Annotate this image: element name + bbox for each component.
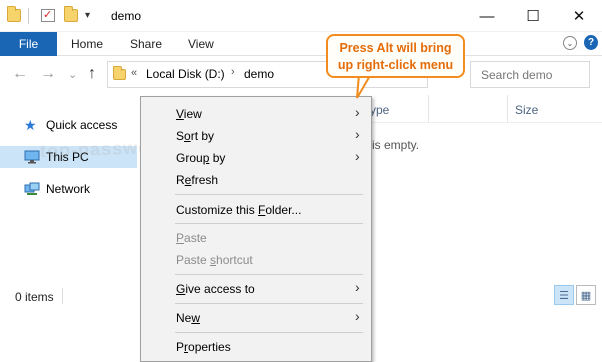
column-header-underline [370, 122, 602, 123]
menu-item-label: hortcut [216, 253, 253, 267]
minimize-button[interactable]: — [464, 0, 510, 32]
column-divider[interactable] [428, 95, 429, 123]
menu-item-label: by [209, 151, 226, 165]
menu-item-label: P [176, 340, 185, 354]
tab-share[interactable]: Share [130, 32, 162, 56]
details-view-icon: ☰ [559, 289, 569, 302]
column-header-size[interactable]: Size [515, 103, 538, 117]
search-input[interactable]: Search demo [470, 61, 590, 88]
menu-item-label: R [176, 173, 185, 187]
column-divider[interactable] [507, 95, 508, 123]
menu-item-label: fresh [191, 173, 219, 187]
large-icons-view-button[interactable]: ▦ [576, 285, 596, 305]
submenu-arrow-icon: › [355, 126, 360, 142]
menu-item-paste: Paste [176, 231, 207, 245]
accelerator-key: G [176, 282, 186, 296]
customize-quick-access-dropdown-icon[interactable]: ▾ [85, 10, 90, 21]
details-view-button[interactable]: ☰ [554, 285, 574, 305]
submenu-arrow-icon: › [355, 279, 360, 295]
submenu-arrow-icon: › [355, 104, 360, 120]
menu-item-label: ive access to [185, 282, 255, 296]
folder-icon [7, 6, 21, 22]
context-menu: View › Sort by › Group by › Refresh Cust… [140, 96, 372, 362]
toolbar-divider [28, 8, 29, 24]
tab-home[interactable]: Home [71, 32, 103, 56]
menu-item-label: S [176, 129, 185, 143]
menu-item-label: rt by [190, 129, 215, 143]
menu-item-label: Ne [176, 311, 192, 325]
network-icon [24, 182, 40, 196]
accelerator-key: V [176, 107, 184, 121]
computer-icon [24, 150, 40, 164]
sidebar-item-network[interactable]: Network [24, 179, 90, 199]
large-icons-view-icon: ▦ [580, 289, 592, 302]
close-button[interactable]: ✕ [556, 0, 602, 32]
up-button[interactable]: ↑ [88, 65, 96, 83]
menu-item-group-by[interactable]: Group by [176, 151, 225, 165]
menu-separator [175, 194, 363, 195]
menu-item-label: Paste [176, 253, 211, 267]
menu-item-properties[interactable]: Properties [176, 340, 231, 354]
menu-item-give-access-to[interactable]: Give access to [176, 282, 255, 296]
sidebar-item-label: Network [46, 182, 91, 196]
status-divider [62, 288, 63, 304]
menu-item-label: aste [184, 231, 207, 245]
menu-separator [175, 274, 363, 275]
menu-item-paste-shortcut: Paste shortcut [176, 253, 253, 267]
help-icon[interactable]: ? [584, 35, 598, 50]
recent-locations-dropdown[interactable]: ⌄ [68, 68, 77, 81]
breadcrumb-demo[interactable]: demo [244, 67, 274, 81]
submenu-arrow-icon: › [355, 308, 360, 324]
back-button[interactable]: ← [12, 65, 28, 83]
status-item-count: 0 items [15, 290, 54, 304]
menu-separator [175, 303, 363, 304]
menu-item-new[interactable]: New [176, 311, 200, 325]
breadcrumb-separator[interactable]: › [231, 66, 235, 78]
submenu-arrow-icon: › [355, 148, 360, 164]
window-title: demo [111, 9, 142, 23]
maximize-button[interactable]: ☐ [510, 0, 556, 32]
new-folder-icon[interactable] [64, 6, 78, 22]
menu-item-customize-folder[interactable]: Customize this Folder... [176, 203, 301, 217]
tab-view[interactable]: View [188, 32, 214, 56]
empty-folder-message: is empty. [372, 138, 420, 152]
tab-file[interactable]: File [0, 32, 57, 56]
accelerator-key: o [184, 129, 191, 143]
sidebar-item-quick-access[interactable]: ★ Quick access [24, 115, 117, 135]
menu-item-label: Customize this [176, 203, 259, 217]
address-overflow-chevron[interactable]: « [131, 67, 137, 79]
folder-icon [113, 66, 126, 80]
menu-item-view[interactable]: View [176, 107, 202, 121]
accelerator-key: w [191, 311, 201, 325]
breadcrumb-local-disk[interactable]: Local Disk (D:) [146, 67, 225, 81]
menu-item-label: Grou [176, 151, 203, 165]
properties-icon[interactable] [41, 8, 55, 22]
sidebar-item-label: Quick access [46, 118, 118, 132]
menu-separator [175, 223, 363, 224]
menu-item-sort-by[interactable]: Sort by [176, 129, 214, 143]
menu-item-refresh[interactable]: Refresh [176, 173, 218, 187]
expand-ribbon-icon[interactable]: ⌄ [563, 36, 577, 50]
menu-item-label: iew [183, 107, 202, 121]
column-header-type[interactable]: ype [370, 103, 389, 117]
forward-button[interactable]: → [40, 65, 56, 83]
star-icon: ★ [24, 117, 37, 133]
menu-separator [175, 332, 363, 333]
menu-item-label: operties [188, 340, 231, 354]
accelerator-key: P [176, 231, 185, 245]
menu-item-label: older... [265, 203, 302, 217]
annotation-callout: Press Alt will bring up right-click menu [326, 34, 465, 78]
